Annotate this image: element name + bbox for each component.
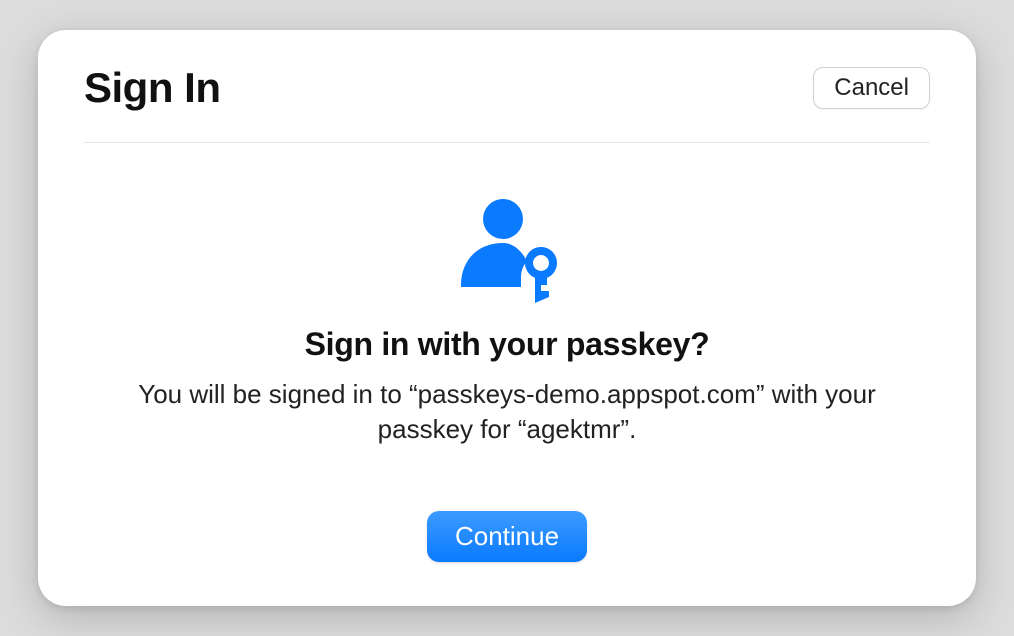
passkey-user-icon [453,199,561,308]
cancel-button[interactable]: Cancel [813,67,930,109]
prompt-title: Sign in with your passkey? [305,326,710,363]
dialog-title: Sign In [84,64,221,112]
prompt-body: You will be signed in to “passkeys-demo.… [127,377,887,447]
dialog-body: Sign in with your passkey? You will be s… [84,143,930,606]
dialog-header: Sign In Cancel [84,30,930,143]
sign-in-dialog: Sign In Cancel Sign in with your passkey… [38,30,976,606]
continue-button[interactable]: Continue [427,511,587,562]
